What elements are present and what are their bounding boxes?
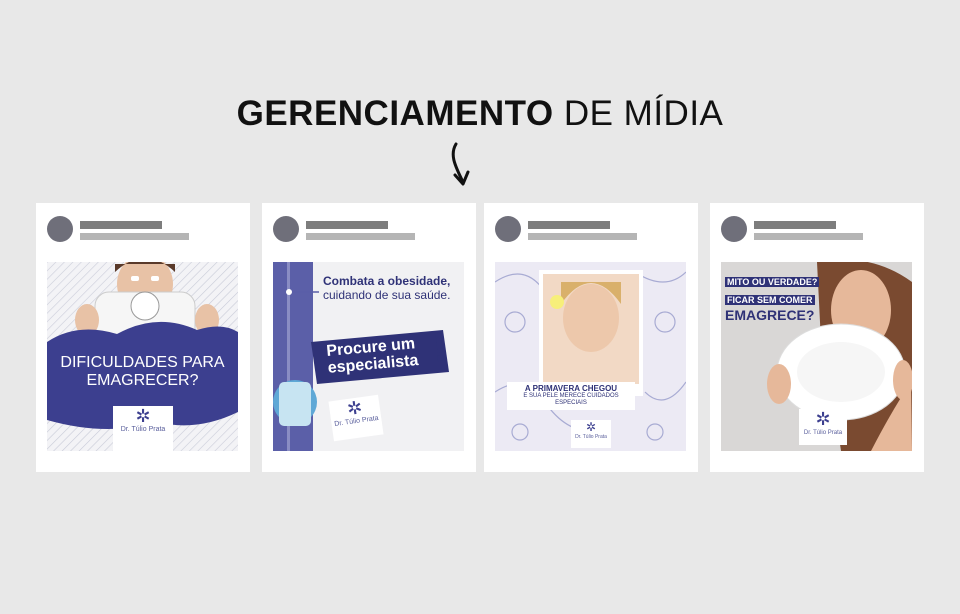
title-bold: GERENCIAMENTO [236, 94, 554, 133]
brand-logo: ✲ Dr. Túlio Prata [113, 406, 173, 451]
post-card-1[interactable]: DIFICULDADES PARA EMAGRECER? ✲ Dr. Túlio… [36, 203, 250, 472]
brand-logo: ✲ Dr. Túlio Prata [799, 409, 847, 445]
post-image-primavera[interactable]: A PRIMAVERA CHEGOU E SUA PELE MERECE CUI… [495, 262, 686, 451]
text-line-2: E SUA PELE MERECE CUIDADOS [523, 393, 619, 399]
brand-logo: ✲ Dr. Túlio Prata [328, 394, 384, 442]
avatar [47, 216, 73, 242]
avatar [721, 216, 747, 242]
post-image-mito[interactable]: MITO OU VERDADE? FICAR SEM COMER EMAGREC… [721, 262, 912, 451]
logo-name: Dr. Túlio Prata [575, 434, 607, 440]
text-line-2: FICAR SEM COMER [725, 295, 815, 305]
headline-line-2: EMAGRECER? [86, 372, 199, 389]
text-line-1: A PRIMAVERA CHEGOU [524, 384, 618, 393]
post-text: A PRIMAVERA CHEGOU E SUA PELE MERECE CUI… [507, 384, 635, 407]
subtitle-placeholder [754, 233, 863, 240]
subtitle-placeholder [306, 233, 415, 240]
avatar [495, 216, 521, 242]
arrow-down-icon [451, 142, 470, 186]
logo-name: Dr. Túlio Prata [120, 426, 166, 433]
post-card-3[interactable]: A PRIMAVERA CHEGOU E SUA PELE MERECE CUI… [484, 203, 698, 472]
username-placeholder [528, 221, 610, 229]
title-light: DE MÍDIA [563, 94, 724, 133]
page-title: GERENCIAMENTO DE MÍDIA [0, 94, 960, 134]
post-image-emagrecer[interactable]: DIFICULDADES PARA EMAGRECER? ✲ Dr. Túlio… [47, 262, 238, 451]
username-placeholder [306, 221, 388, 229]
logo-name: Dr. Túlio Prata [803, 430, 843, 436]
text-line-1: Combata a obesidade, [323, 274, 451, 288]
star-logo-icon: ✲ [135, 406, 151, 426]
brand-logo: ✲ Dr. Túlio Prata [571, 420, 611, 448]
text-line-1: MITO OU VERDADE? [725, 277, 820, 287]
avatar [273, 216, 299, 242]
subtitle-placeholder [80, 233, 189, 240]
username-placeholder [80, 221, 162, 229]
headline-line-1: DIFICULDADES PARA [60, 354, 225, 371]
subtitle-placeholder [528, 233, 637, 240]
post-headline: DIFICULDADES PARA EMAGRECER? [47, 354, 238, 390]
post-text: MITO OU VERDADE? FICAR SEM COMER EMAGREC… [725, 272, 912, 323]
text-line-3: EMAGRECE? [725, 307, 815, 323]
post-card-2[interactable]: Combata a obesidade, cuidando de sua saú… [262, 203, 476, 472]
post-text: Combata a obesidade, cuidando de sua saú… [323, 274, 450, 302]
username-placeholder [754, 221, 836, 229]
star-logo-icon: ✲ [585, 420, 597, 434]
text-line-2: cuidando de sua saúde. [323, 288, 451, 302]
text-line-3: ESPECIAIS [555, 400, 587, 406]
post-card-4[interactable]: MITO OU VERDADE? FICAR SEM COMER EMAGREC… [710, 203, 924, 472]
post-image-obesidade[interactable]: Combata a obesidade, cuidando de sua saú… [273, 262, 464, 451]
star-logo-icon: ✲ [815, 409, 831, 429]
